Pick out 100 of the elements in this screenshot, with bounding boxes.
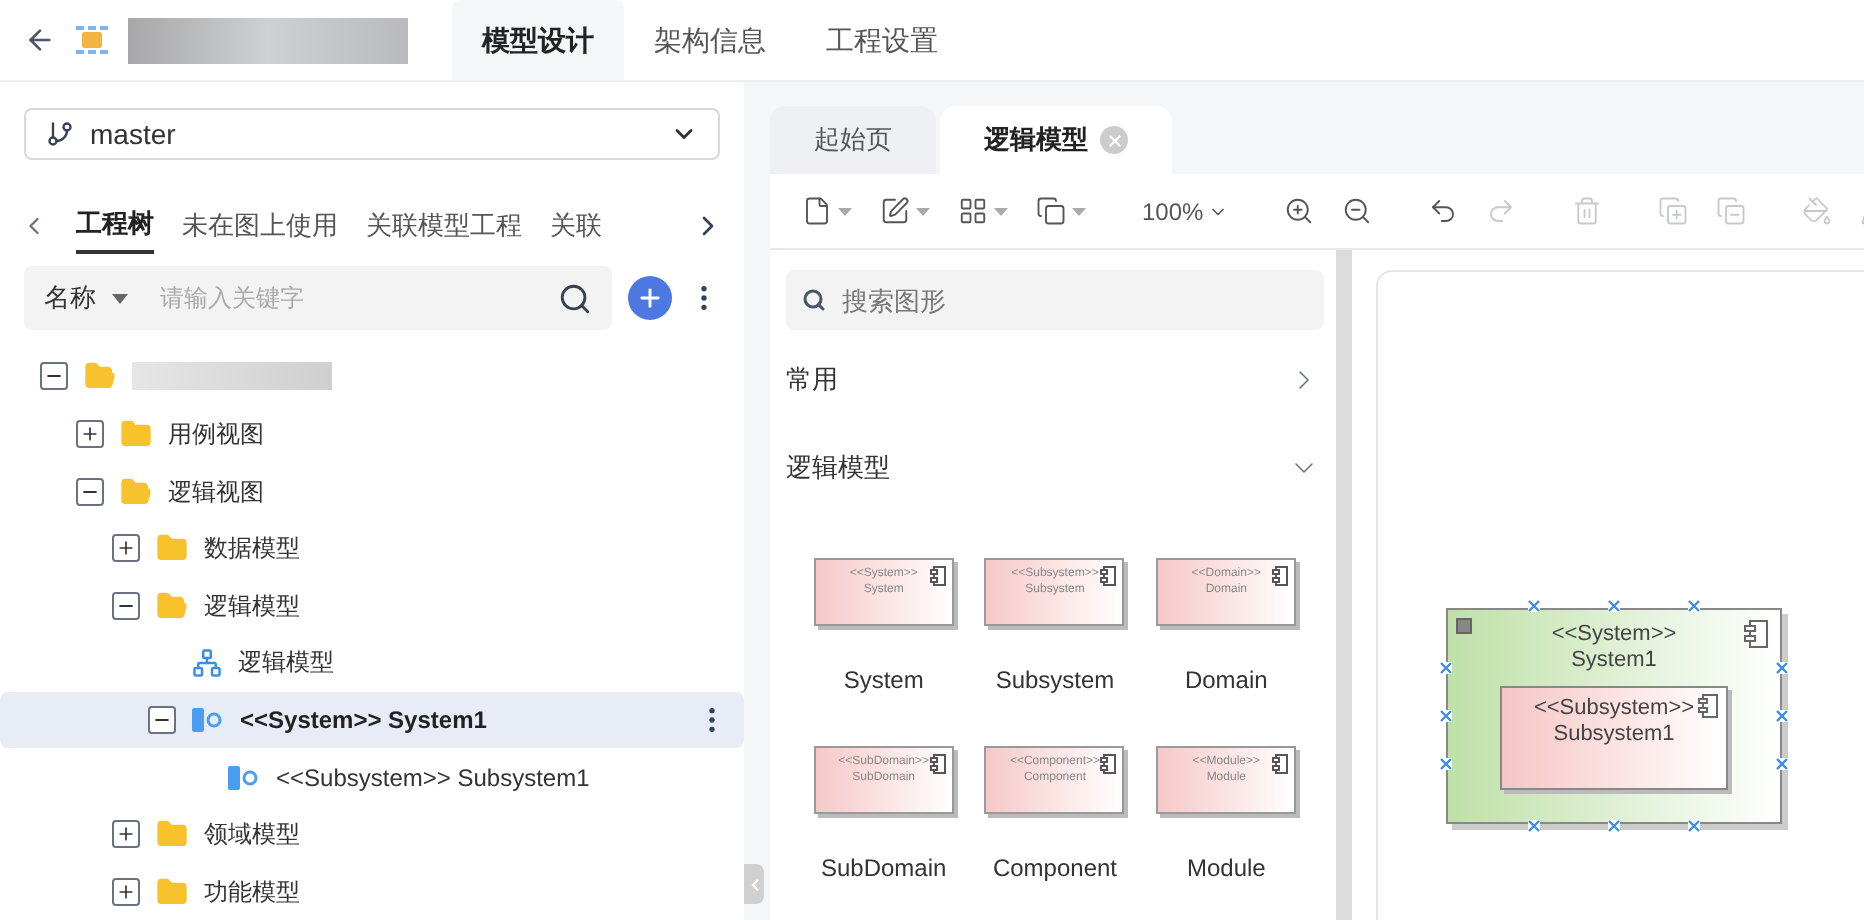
- panel-tab[interactable]: 关联: [550, 197, 602, 254]
- component-icon: [929, 566, 946, 586]
- selection-handle[interactable]: [1776, 710, 1788, 722]
- shape-label: Component: [992, 852, 1118, 886]
- tree-item-label: <<Subsystem>> Subsystem1: [276, 761, 590, 796]
- toolbar-dropdown-button[interactable]: [880, 196, 930, 226]
- grid-icon: [958, 196, 988, 226]
- tree-item[interactable]: <<System>> System1: [0, 691, 744, 749]
- copy-icon: [1036, 196, 1066, 226]
- back-icon[interactable]: [24, 24, 56, 56]
- caret-icon: [916, 207, 930, 215]
- caret-icon: [1072, 207, 1086, 215]
- palette-section-header[interactable]: 逻辑模型: [786, 430, 1324, 506]
- header-tab[interactable]: 架构信息: [624, 0, 796, 80]
- expand-toggle[interactable]: [112, 820, 140, 849]
- panel-tab[interactable]: 工程树: [76, 197, 154, 254]
- tree-item-label: 领域模型: [204, 818, 300, 853]
- folder-icon: [156, 532, 188, 565]
- plus-icon: [116, 824, 136, 845]
- tree-item[interactable]: 逻辑模型: [0, 634, 744, 692]
- tree-item[interactable]: 领域模型: [0, 805, 744, 863]
- expand-toggle[interactable]: [112, 877, 140, 906]
- subsystem-element[interactable]: <<Subsystem>> Subsystem1: [1500, 686, 1728, 790]
- plus-icon: [116, 538, 136, 559]
- selection-handle[interactable]: [1528, 600, 1540, 612]
- element-name: Subsystem1: [1553, 722, 1675, 748]
- expand-toggle[interactable]: [76, 419, 104, 448]
- expand-toggle[interactable]: [112, 534, 140, 563]
- search-field[interactable]: 名称 请输入关键字: [24, 266, 612, 331]
- selection-handle[interactable]: [1440, 758, 1452, 770]
- tree-item-label: 数据模型: [204, 532, 300, 567]
- folder-icon: [84, 360, 116, 393]
- editor-tab[interactable]: 起始页: [770, 106, 936, 174]
- filter-dropdown[interactable]: 名称: [44, 278, 96, 318]
- search-icon[interactable]: [558, 281, 592, 316]
- branch-name: master: [90, 115, 178, 154]
- editor-tab[interactable]: 逻辑模型: [940, 106, 1172, 174]
- selection-handle[interactable]: [1776, 662, 1788, 674]
- folder-icon: [120, 417, 152, 450]
- redo-icon: [1485, 196, 1516, 226]
- collapse-toggle[interactable]: [40, 362, 68, 391]
- tree-item-label: 逻辑模型: [204, 589, 300, 624]
- selection-handle[interactable]: [1608, 600, 1620, 612]
- tree-item[interactable]: 功能模型: [0, 862, 744, 920]
- element-name: System1: [1571, 648, 1657, 674]
- stack-icon: [1715, 196, 1746, 226]
- tree-item[interactable]: 逻辑模型: [0, 576, 744, 635]
- toolbar-button[interactable]: [1283, 196, 1314, 226]
- folder-icon: [156, 589, 188, 622]
- search-icon: [802, 288, 826, 312]
- collapse-handle[interactable]: [744, 864, 764, 904]
- collapse-toggle[interactable]: [148, 705, 176, 734]
- new-file-icon: [802, 196, 832, 226]
- selection-handle[interactable]: [1776, 758, 1788, 770]
- diagram-canvas[interactable]: <<System>> System1 <<Subsystem>> Subsystem1: [1376, 270, 1864, 920]
- selection-handle[interactable]: [1528, 820, 1540, 832]
- panel-tab[interactable]: 未在图上使用: [182, 197, 338, 254]
- section-title: 逻辑模型: [786, 450, 890, 487]
- plus-icon: [80, 423, 100, 444]
- selection-handle[interactable]: [1688, 600, 1700, 612]
- add-button[interactable]: [628, 276, 672, 321]
- palette-section-header[interactable]: 常用: [786, 342, 1324, 418]
- plus-icon: [116, 881, 136, 902]
- tree-item[interactable]: <<Subsystem>> Subsystem1: [0, 748, 744, 806]
- shape-search-field[interactable]: 搜索图形: [786, 270, 1324, 330]
- branch-select[interactable]: master: [24, 108, 720, 161]
- collapse-toggle[interactable]: [76, 477, 104, 506]
- selection-handle[interactable]: [1440, 662, 1452, 674]
- caret-icon: [838, 207, 852, 215]
- section-title: 常用: [786, 362, 838, 399]
- delete-icon: [1571, 196, 1602, 226]
- component-icon: [1744, 620, 1768, 648]
- selection-handle[interactable]: [1440, 710, 1452, 722]
- tree-item-label: 逻辑视图: [168, 475, 264, 510]
- header-tab[interactable]: 工程设置: [796, 0, 968, 80]
- toolbar-dropdown-button[interactable]: [1036, 196, 1086, 226]
- collapse-toggle[interactable]: [112, 591, 140, 620]
- undo-icon: [1427, 196, 1458, 226]
- caret-icon: [112, 293, 128, 304]
- collapse-toggle[interactable]: [1456, 618, 1472, 634]
- scrollbar[interactable]: [1336, 250, 1352, 920]
- toolbar-button[interactable]: [1341, 196, 1372, 226]
- toolbar-dropdown-button[interactable]: [802, 196, 852, 226]
- tree-item[interactable]: 用例视图: [0, 405, 744, 463]
- tree-item-label: 功能模型: [204, 875, 300, 910]
- component-icon: [1698, 694, 1718, 718]
- header-tab[interactable]: 模型设计: [452, 0, 624, 80]
- component-icon: [228, 765, 260, 790]
- folder-icon: [156, 875, 188, 908]
- tree-item-label: <<System>> System1: [240, 703, 487, 738]
- folder-icon: [156, 818, 188, 851]
- zoom-dropdown[interactable]: 100%: [1142, 193, 1228, 229]
- tree-item[interactable]: 逻辑视图: [0, 462, 744, 520]
- toolbar-button[interactable]: [1427, 196, 1458, 226]
- tree-item[interactable]: 数据模型: [0, 519, 744, 577]
- caret-icon: [994, 207, 1008, 215]
- selection-handle[interactable]: [1608, 820, 1620, 832]
- toolbar-dropdown-button[interactable]: [958, 196, 1008, 226]
- panel-tab[interactable]: 关联模型工程: [366, 197, 522, 254]
- selection-handle[interactable]: [1688, 820, 1700, 832]
